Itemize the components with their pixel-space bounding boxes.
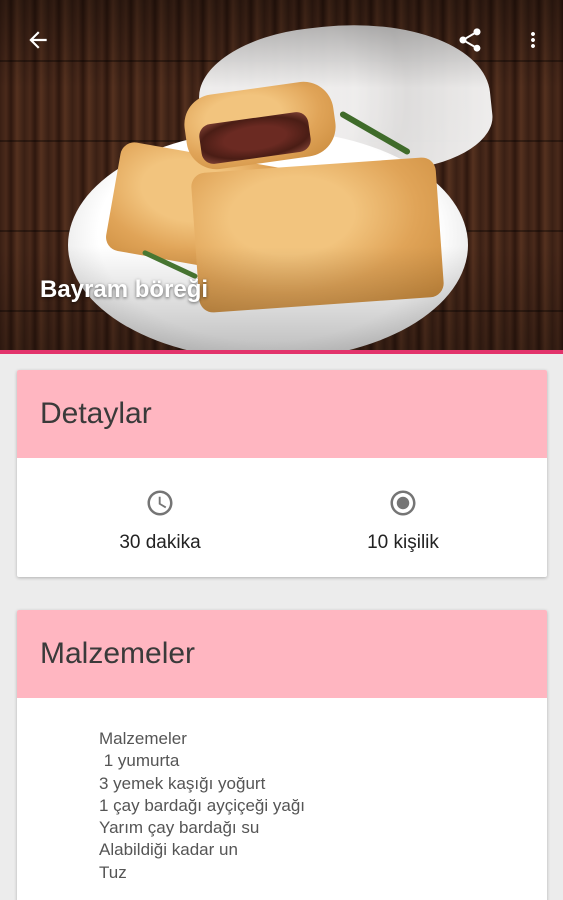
ingredients-title: Malzemeler <box>40 637 196 670</box>
details-card-header: Detaylar <box>17 370 547 458</box>
ingredients-card-header: Malzemeler <box>17 610 547 698</box>
back-button[interactable] <box>18 20 58 60</box>
ingredient-line: 1 çay bardağı ayçiçeği yağı <box>99 795 306 815</box>
details-title: Detaylar <box>40 397 152 430</box>
accent-divider <box>0 350 563 354</box>
ingredient-line: 1 yumurta <box>99 751 180 771</box>
ingredient-line: Yarım çay bardağı su <box>99 818 260 838</box>
recipe-title: Bayram böreği <box>40 276 209 303</box>
more-options-button[interactable] <box>513 20 553 60</box>
clock-icon <box>147 490 173 516</box>
radio-circle-icon <box>390 490 416 516</box>
share-icon <box>459 28 481 52</box>
cook-time-text: 30 dakika <box>119 532 201 553</box>
details-body: 30 dakika 10 kişilik <box>17 458 547 577</box>
details-card: Detaylar 30 dakika 10 kişilik <box>17 370 547 577</box>
ingredient-line: Tuz <box>99 862 127 882</box>
servings-text: 10 kişilik <box>367 532 439 553</box>
share-button[interactable] <box>450 20 490 60</box>
ingredients-card: Malzemeler Malzemeler 1 yumurta 3 yemek … <box>17 610 547 900</box>
ingredient-line: Alabildiği kadar un <box>99 840 238 860</box>
ingredient-line: 3 yemek kaşığı yoğurt <box>99 773 266 793</box>
ingredient-line: Malzemeler <box>99 729 187 748</box>
more-vert-icon <box>531 32 535 48</box>
arrow-back-icon <box>29 31 47 49</box>
servings: 10 kişilik <box>303 488 503 554</box>
ingredients-list: Malzemeler 1 yumurta 3 yemek kaşığı yoğu… <box>17 698 547 884</box>
cook-time: 30 dakika <box>60 488 260 554</box>
